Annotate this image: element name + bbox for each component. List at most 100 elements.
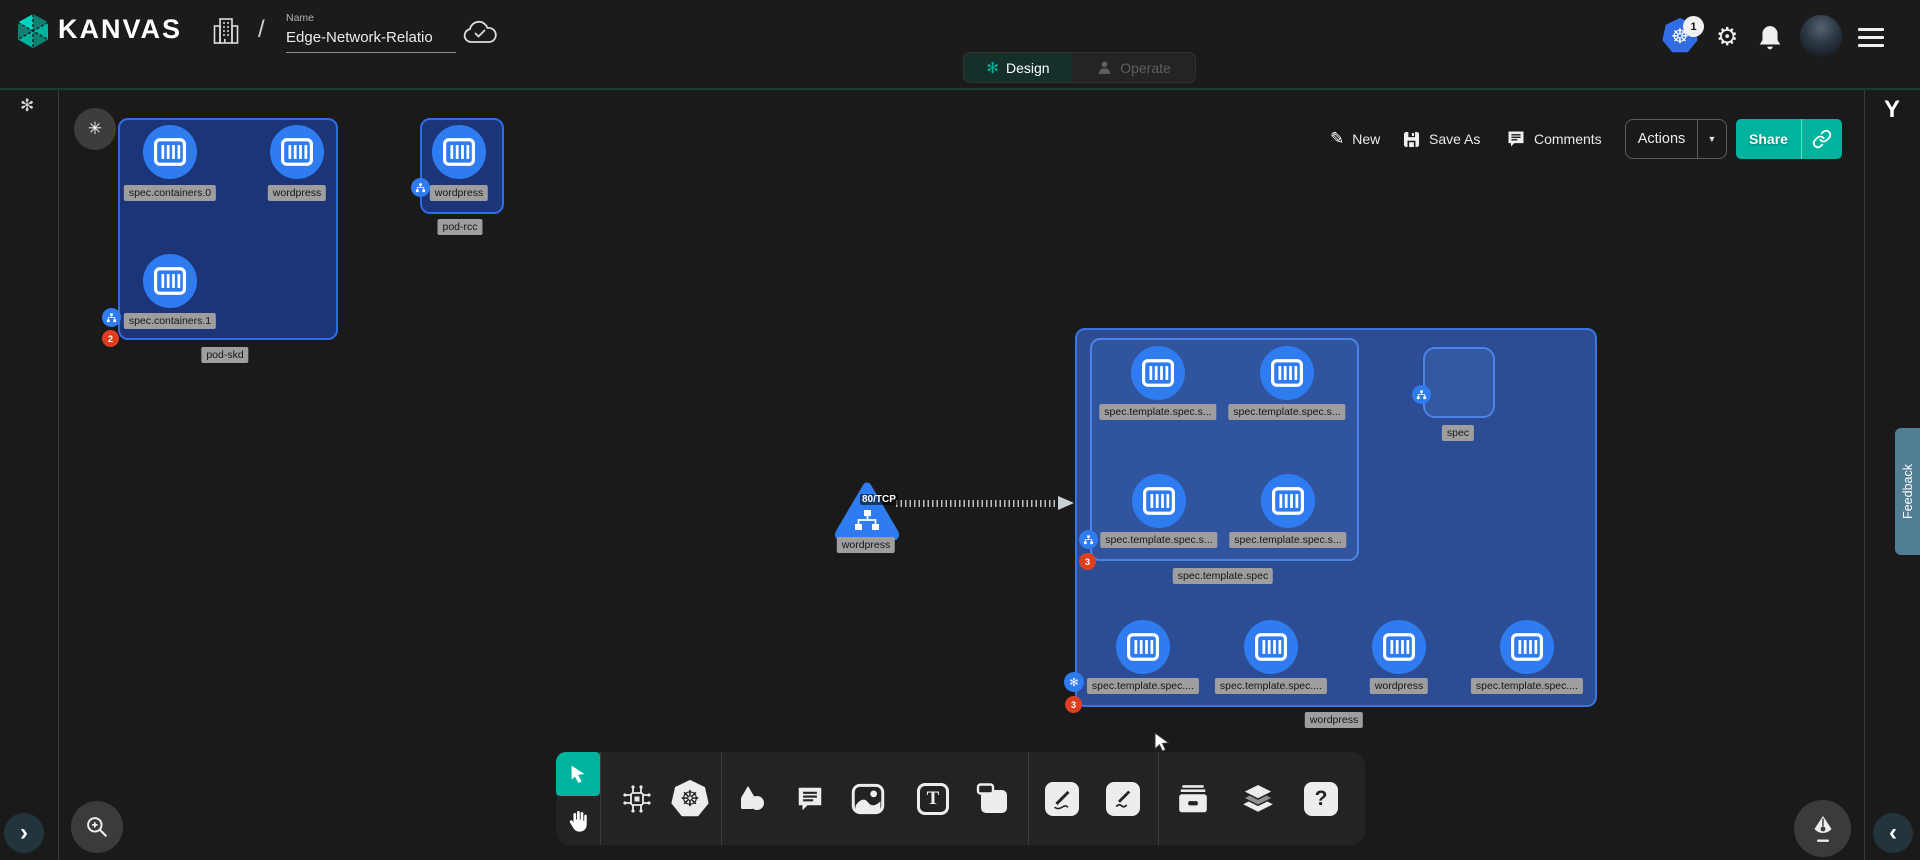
feedback-tab[interactable]: Feedback: [1895, 428, 1920, 555]
organization-icon[interactable]: [212, 16, 240, 46]
drawer-icon: [1176, 783, 1210, 815]
text-tool[interactable]: T: [909, 752, 957, 845]
container-icon: [1383, 633, 1415, 661]
node-label: wordpress: [430, 185, 488, 201]
container-icon: [443, 138, 475, 166]
kanvas-app: KANVAS / Name ✻ Design: [0, 0, 1920, 860]
edge-service-to-deployment[interactable]: [896, 500, 1062, 507]
new-pencil-icon: ✎: [1330, 129, 1344, 149]
text-tool-glyph: T: [917, 783, 949, 815]
share-button[interactable]: Share: [1736, 119, 1842, 159]
comments-icon: [1506, 129, 1526, 149]
save-as-button[interactable]: Save As: [1402, 121, 1480, 157]
container-icon: [154, 138, 186, 166]
rail-spiral-icon[interactable]: ✻: [20, 96, 34, 116]
container-icon: [1255, 633, 1287, 661]
save-as-label: Save As: [1429, 131, 1480, 147]
node-spec-containers-1[interactable]: [143, 254, 197, 308]
actions-label[interactable]: Actions: [1626, 120, 1698, 158]
tab-operate[interactable]: Operate: [1072, 53, 1195, 82]
node-template-container-2[interactable]: [1132, 474, 1186, 528]
node-label: spec.template.spec.s...: [1228, 404, 1345, 420]
right-panel-y-icon[interactable]: Y: [1884, 96, 1900, 124]
tab-design[interactable]: ✻ Design: [964, 53, 1072, 82]
node-spec[interactable]: [1423, 347, 1495, 418]
expand-left-panel-button[interactable]: ›: [4, 813, 44, 853]
spec-hierarchy-badge[interactable]: [1412, 385, 1431, 404]
container-icon: [1511, 633, 1543, 661]
layers-tool[interactable]: [1234, 752, 1282, 845]
help-glyph: ?: [1304, 782, 1338, 816]
breadcrumb-separator: /: [258, 16, 265, 44]
node-spec-containers-0[interactable]: [143, 125, 197, 179]
node-label: wordpress: [268, 185, 326, 201]
settings-gear-icon[interactable]: ⚙: [1716, 22, 1738, 52]
kubernetes-tool[interactable]: ☸: [666, 752, 714, 845]
actions-split-button[interactable]: Actions ▼: [1625, 119, 1727, 159]
notifications-bell-icon[interactable]: [1757, 24, 1783, 52]
deployment-count-badge[interactable]: 3: [1065, 696, 1082, 713]
pen-nib-icon: [1809, 814, 1837, 844]
sitemap-icon: [1083, 535, 1094, 545]
deployment-spiral-badge[interactable]: ✻: [1064, 672, 1084, 692]
share-label[interactable]: Share: [1736, 119, 1802, 159]
node-template-container-1[interactable]: [1260, 346, 1314, 400]
tab-design-label: Design: [1006, 60, 1050, 76]
node-deployment-3[interactable]: [1500, 620, 1554, 674]
design-name-input[interactable]: [286, 27, 456, 53]
node-label: spec.template.spec.s...: [1229, 532, 1346, 548]
template-hierarchy-badge[interactable]: [1079, 530, 1098, 549]
shapes-tool[interactable]: [728, 752, 776, 845]
template-count-badge[interactable]: 3: [1079, 553, 1096, 570]
node-template-container-0[interactable]: [1131, 346, 1185, 400]
node-deployment-0[interactable]: [1116, 620, 1170, 674]
node-wordpress-skd[interactable]: [270, 125, 324, 179]
node-template-container-3[interactable]: [1261, 474, 1315, 528]
sitemap-icon: [106, 313, 117, 323]
user-avatar[interactable]: [1800, 15, 1842, 57]
toolbar-divider: [1028, 752, 1029, 845]
edge-port-label: 80/TCP: [860, 494, 898, 505]
left-rail-divider: [58, 90, 59, 860]
hand-icon: [565, 808, 592, 835]
actions-dropdown-arrow[interactable]: ▼: [1698, 120, 1726, 158]
pencil-scribble-icon: [1111, 787, 1135, 811]
pen-tool[interactable]: [1038, 752, 1086, 845]
node-deployment-2[interactable]: [1372, 620, 1426, 674]
comments-button[interactable]: Comments: [1506, 121, 1602, 157]
help-tool[interactable]: ?: [1297, 752, 1345, 845]
menu-hamburger-icon[interactable]: [1858, 28, 1884, 52]
comment-tool[interactable]: [786, 752, 834, 845]
header-divider: [0, 88, 1920, 90]
pen-nib-button[interactable]: [1794, 800, 1851, 857]
select-tool[interactable]: [556, 752, 600, 796]
node-deployment-1[interactable]: [1244, 620, 1298, 674]
note-tool[interactable]: [969, 752, 1017, 845]
spec-label: spec: [1442, 425, 1474, 441]
image-tool[interactable]: [844, 752, 892, 845]
shapes-icon: [735, 782, 769, 816]
pod-skd-count-badge[interactable]: 2: [102, 330, 119, 347]
pod-skd-hierarchy-badge[interactable]: [102, 308, 121, 327]
freehand-tool[interactable]: [1099, 752, 1147, 845]
new-label: New: [1352, 131, 1380, 147]
feedback-label: Feedback: [1901, 464, 1915, 519]
node-wordpress-rcc[interactable]: [432, 125, 486, 179]
toolbar-divider: [1158, 752, 1159, 845]
zoom-button[interactable]: [71, 801, 123, 853]
drawer-tool[interactable]: [1169, 752, 1217, 845]
components-chip-tool[interactable]: [613, 752, 661, 845]
operate-person-icon: [1096, 59, 1113, 76]
container-icon: [281, 138, 313, 166]
pod-rcc-hierarchy-badge[interactable]: [411, 178, 430, 197]
cluster-flower-button[interactable]: ✳: [74, 108, 116, 150]
pan-hand-tool[interactable]: [556, 798, 600, 844]
share-link-icon[interactable]: [1802, 129, 1842, 149]
sitemap-icon: [415, 183, 426, 193]
edge-arrowhead: [1058, 496, 1074, 510]
collapse-right-panel-button[interactable]: ‹: [1873, 813, 1913, 853]
container-icon: [1143, 487, 1175, 515]
node-service-wordpress[interactable]: [833, 480, 901, 540]
kanvas-logo-icon[interactable]: [14, 12, 52, 50]
new-button[interactable]: ✎ New: [1330, 121, 1380, 157]
